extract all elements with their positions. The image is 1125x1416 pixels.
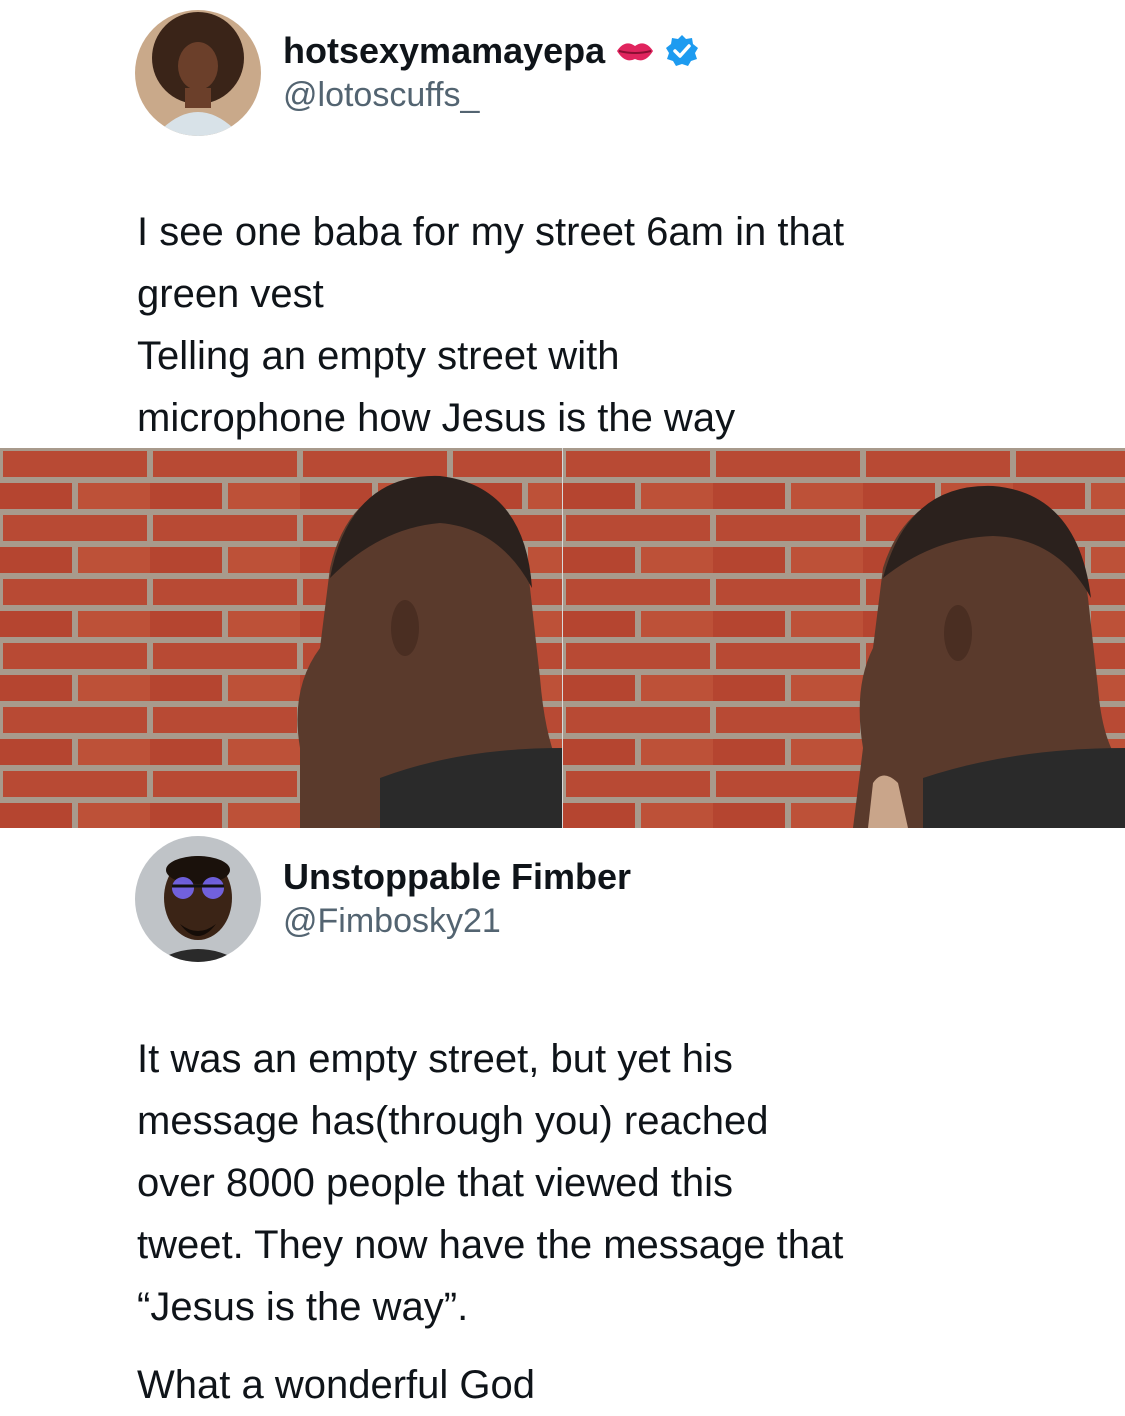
- tweet1-header: hotsexymamayepa @lotoscuffs_: [135, 10, 699, 136]
- tweet1-display-name-row: hotsexymamayepa: [283, 29, 699, 73]
- tweet2-text: It was an empty street, but yet his mess…: [137, 1028, 1037, 1416]
- tweet2-display-name[interactable]: Unstoppable Fimber: [283, 855, 631, 899]
- media-panel-left: [0, 448, 562, 828]
- tweet2-avatar[interactable]: [135, 836, 261, 962]
- tweet1-handle[interactable]: @lotoscuffs_: [283, 73, 699, 117]
- tweet2-line: “Jesus is the way”.: [137, 1285, 469, 1329]
- tweet2-line: tweet. They now have the message that: [137, 1223, 844, 1267]
- media-panel-right: [563, 448, 1125, 828]
- tweet1-media[interactable]: [0, 448, 1125, 828]
- kiss-mark-icon: [615, 36, 655, 66]
- tweet1-display-name[interactable]: hotsexymamayepa: [283, 29, 605, 73]
- tweet2-line: over 8000 people that viewed this: [137, 1161, 733, 1205]
- tweet2-display-name-row: Unstoppable Fimber: [283, 855, 631, 899]
- tweet2-line: It was an empty street, but yet his: [137, 1037, 733, 1081]
- tweet2-closing-line: What a wonderful God: [137, 1363, 535, 1407]
- tweet1-line: Telling an empty street with: [137, 334, 620, 378]
- avatar-image: [135, 10, 261, 136]
- tweet1-text: I see one baba for my street 6am in that…: [137, 201, 1037, 449]
- tweet1-line: I see one baba for my street 6am in that: [137, 210, 845, 254]
- meme-image-icon: [563, 448, 1125, 828]
- tweet1-line: microphone how Jesus is the way: [137, 396, 736, 440]
- tweet1-avatar[interactable]: [135, 10, 261, 136]
- meme-image-icon: [0, 448, 562, 828]
- tweet2-header: Unstoppable Fimber @Fimbosky21: [135, 836, 631, 962]
- verified-badge-icon: [665, 34, 699, 68]
- tweet2-handle[interactable]: @Fimbosky21: [283, 899, 631, 943]
- tweet2-line: message has(through you) reached: [137, 1099, 769, 1143]
- avatar-image: [135, 836, 261, 962]
- tweet1-line: green vest: [137, 272, 324, 316]
